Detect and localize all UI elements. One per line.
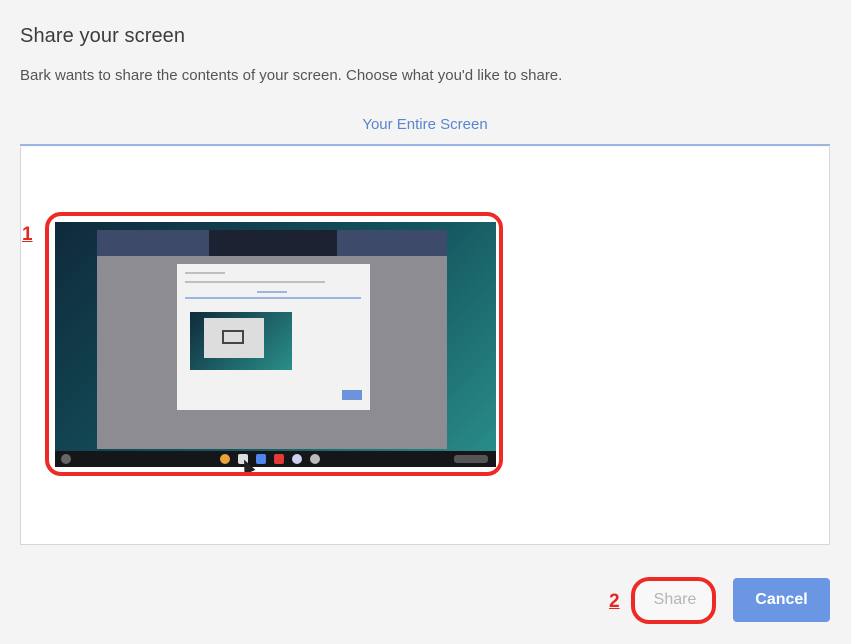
dialog-description: Bark wants to share the contents of your… [20,67,563,84]
share-screen-dialog: Share your screen Bark wants to share th… [0,0,851,644]
cancel-button[interactable]: Cancel [733,578,830,622]
tab-entire-screen[interactable]: Your Entire Screen [20,112,830,146]
annotation-number-2: 2 [609,591,620,612]
dialog-title: Share your screen [20,25,186,47]
annotation-highlight-thumbnail [45,212,503,476]
annotation-highlight-share [631,577,716,624]
annotation-number-1: 1 [22,224,33,245]
